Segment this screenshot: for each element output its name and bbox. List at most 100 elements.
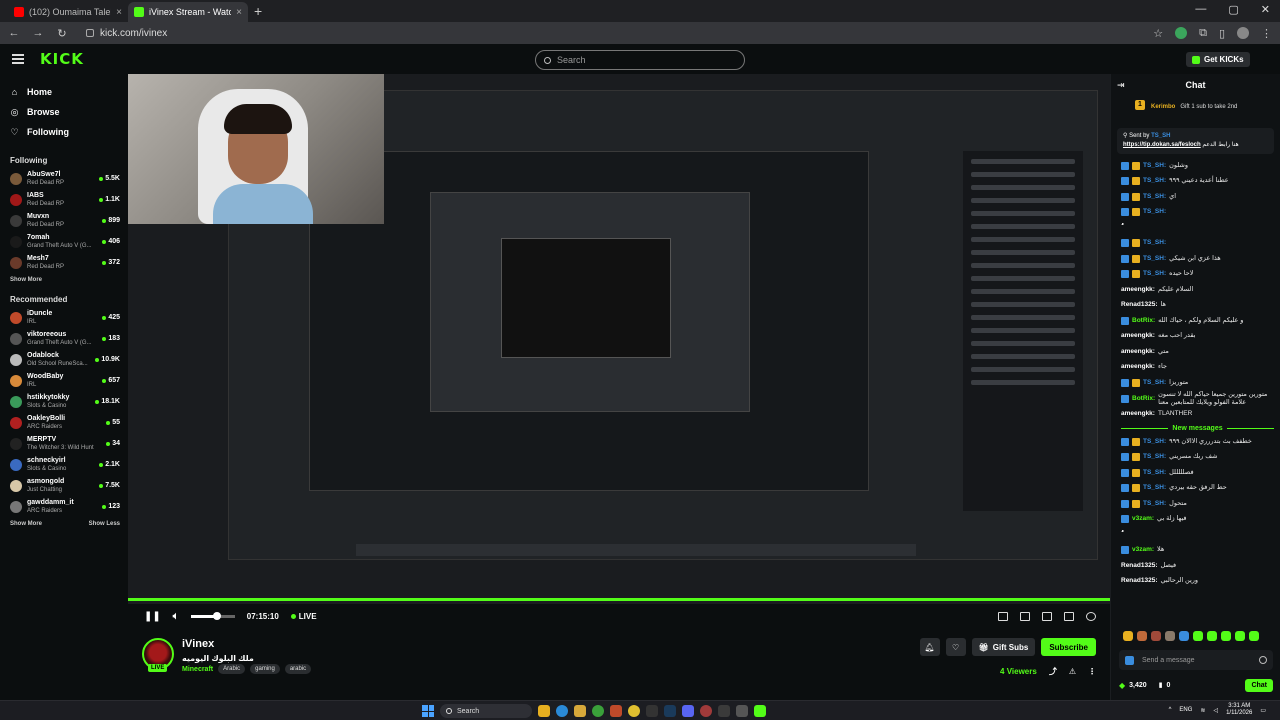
chat-message[interactable]: TS_SH:	[1121, 236, 1274, 252]
profile-avatar[interactable]	[1237, 27, 1249, 39]
forward-icon[interactable]: →	[32, 27, 44, 39]
sidebar-channel-merptv[interactable]: MERPTV The Witcher 3: Wild Hunt 34	[10, 433, 128, 454]
emote-icon[interactable]	[1207, 631, 1217, 641]
gift-subs-button[interactable]: 🎁︎ Gift Subs	[971, 638, 1036, 656]
show-less-recommended[interactable]: Show Less	[89, 521, 120, 533]
chat-username[interactable]: TS_SH:	[1143, 484, 1166, 492]
chat-message[interactable]: ameengkk: TLANTHER	[1121, 407, 1274, 423]
chat-username[interactable]: TS_SH:	[1143, 162, 1166, 170]
url-field[interactable]: kick.com/ivinex	[86, 28, 167, 39]
reload-icon[interactable]: ↻	[56, 27, 68, 40]
report-icon[interactable]: ⚠	[1069, 667, 1076, 676]
puzzle-icon[interactable]: ⧉	[1199, 27, 1207, 40]
share-icon[interactable]: ⤴	[1049, 666, 1057, 677]
discord-icon[interactable]	[682, 705, 694, 717]
sidebar-channel-oakleybolli[interactable]: OakleyBolli ARC Raiders 55	[10, 412, 128, 433]
chat-username[interactable]: ameengkk:	[1121, 332, 1155, 340]
volume-icon[interactable]: 🔈︎	[173, 611, 179, 622]
browser-tab-kick[interactable]: iVinex Stream - Watch Live ×	[128, 2, 248, 22]
site-info-icon[interactable]	[86, 29, 94, 37]
emote-icon[interactable]	[1193, 631, 1203, 641]
app-icon[interactable]	[700, 705, 712, 717]
close-icon[interactable]: ×	[116, 7, 122, 18]
chat-message[interactable]: Renad1325: فيصل	[1121, 558, 1274, 574]
emote-icon[interactable]	[1123, 631, 1133, 641]
stream-category[interactable]: Minecraft	[182, 666, 213, 673]
sidebar-channel-abuswe7l[interactable]: AbuSwe7l Red Dead RP 5.5K	[10, 168, 128, 189]
close-window-icon[interactable]: ✕	[1261, 3, 1270, 16]
chat-message[interactable]: ameengkk: جاء	[1121, 360, 1274, 376]
sidebar-channel-woodbaby[interactable]: WoodBaby IRL 657	[10, 370, 128, 391]
pinned-link[interactable]: https://tip.dokan.sa/fesloch	[1123, 142, 1201, 148]
streamer-name[interactable]: iVinex	[182, 638, 214, 650]
app-icon[interactable]	[736, 705, 748, 717]
back-icon[interactable]: ←	[8, 27, 20, 39]
chat-message[interactable]: TS_SH: وشلون	[1121, 158, 1274, 174]
lang-indicator[interactable]: ENG	[1179, 707, 1192, 713]
xbox-icon[interactable]	[592, 705, 604, 717]
chat-username[interactable]: TS_SH:	[1143, 438, 1166, 446]
app-icon[interactable]	[718, 705, 730, 717]
chat-username[interactable]: ameengkk:	[1121, 286, 1155, 294]
browser-tab-youtube[interactable]: (102) Oumaima Taleb ... Eterjaa ×	[8, 2, 128, 22]
chat-username[interactable]: TS_SH:	[1143, 208, 1166, 216]
chat-message[interactable]: BotRix: متورين متورين جميعا حياكم الله لا…	[1121, 391, 1274, 407]
notification-bell-button[interactable]: 🔔︎	[919, 638, 940, 656]
show-more-recommended[interactable]: Show More	[10, 521, 42, 533]
chat-message[interactable]: TS_SH: اي	[1121, 189, 1274, 205]
chat-message[interactable]: TS_SH: فصلللللل	[1121, 465, 1274, 481]
chat-message[interactable]: Renad1325: ها	[1121, 298, 1274, 314]
emote-icon[interactable]	[1249, 631, 1259, 641]
folder-icon[interactable]	[574, 705, 586, 717]
chat-message[interactable]: TS_SH: لاحا حيده	[1121, 267, 1274, 283]
video-player[interactable]	[128, 74, 1110, 604]
chat-username[interactable]: TS_SH:	[1143, 270, 1166, 278]
chat-username[interactable]: Renad1325:	[1121, 301, 1158, 309]
emote-icon[interactable]	[1151, 631, 1161, 641]
sidebar-channel-iabs[interactable]: IABS Red Dead RP 1.1K	[10, 189, 128, 210]
sidepanel-icon[interactable]: ▯	[1219, 27, 1225, 40]
show-more-following[interactable]: Show More	[10, 277, 128, 289]
sidebar-channel-hstikkytokky[interactable]: hstikkytokky Slots & Casino 18.1K	[10, 391, 128, 412]
chat-message[interactable]: ameengkk: السلام عليكم	[1121, 282, 1274, 298]
chat-message[interactable]: TS_SH: شف ربك مسريني	[1121, 450, 1274, 466]
volume-knob[interactable]	[213, 611, 222, 620]
chat-message[interactable]: TS_SH: حط الرفق حقه بيردي	[1121, 481, 1274, 497]
emote-icon[interactable]	[1165, 631, 1175, 641]
maximize-icon[interactable]: ▢	[1228, 3, 1238, 16]
close-icon[interactable]: ×	[236, 7, 242, 18]
chrome-icon[interactable]	[628, 705, 640, 717]
clip-icon[interactable]	[1020, 611, 1030, 621]
chat-username[interactable]: TS_SH:	[1143, 379, 1166, 387]
sidebar-channel-asmongold[interactable]: asmongold Just Chatting 7.5K	[10, 475, 128, 496]
clock[interactable]: 3:31 AM 1/11/2026	[1226, 703, 1252, 717]
emoji-icon[interactable]	[1259, 656, 1267, 664]
kick-app-icon[interactable]	[754, 705, 766, 717]
taskbar-search[interactable]: Search	[440, 704, 532, 718]
chat-message[interactable]: ٌُُُُُُُُُُُُُُُُُُُُُُ	[1121, 527, 1274, 543]
sidebar-channel-viktoreeous[interactable]: viktoreeous Grand Theft Auto V (G... 183	[10, 328, 128, 349]
chat-username[interactable]: ameengkk:	[1121, 410, 1155, 418]
chat-send-button[interactable]: Chat	[1245, 678, 1273, 692]
nav-browse[interactable]: ◎ Browse	[10, 102, 128, 122]
chat-username[interactable]: ameengkk:	[1121, 348, 1155, 356]
pinned-gift-banner[interactable]: 1 Kerimbo Gift 1 sub to take 2nd	[1111, 96, 1280, 118]
chat-username[interactable]: v3zam:	[1132, 546, 1154, 554]
get-kicks-button[interactable]: Get KICKs	[1186, 52, 1250, 67]
subscribe-button[interactable]: Subscribe	[1041, 638, 1096, 656]
sent-by-user[interactable]: TS_SH	[1151, 133, 1170, 139]
chat-message[interactable]: ameengkk: متي	[1121, 344, 1274, 360]
pip-icon[interactable]	[1042, 611, 1052, 621]
speaker-icon[interactable]: ◁	[1213, 707, 1218, 714]
kick-logo[interactable]: KICK	[40, 50, 84, 68]
chat-username[interactable]: TS_SH:	[1143, 453, 1166, 461]
app-icon[interactable]	[610, 705, 622, 717]
chat-username[interactable]: TS_SH:	[1143, 469, 1166, 477]
fullscreen-icon[interactable]	[1064, 611, 1074, 621]
chat-username[interactable]: Renad1325:	[1121, 577, 1158, 585]
chat-username[interactable]: TS_SH:	[1143, 500, 1166, 508]
chat-username[interactable]: TS_SH:	[1143, 193, 1166, 201]
emote-icon[interactable]	[1221, 631, 1231, 641]
theater-mode-icon[interactable]	[998, 611, 1008, 621]
sidebar-channel-schneckyirl[interactable]: schneckyirl Slots & Casino 2.1K	[10, 454, 128, 475]
